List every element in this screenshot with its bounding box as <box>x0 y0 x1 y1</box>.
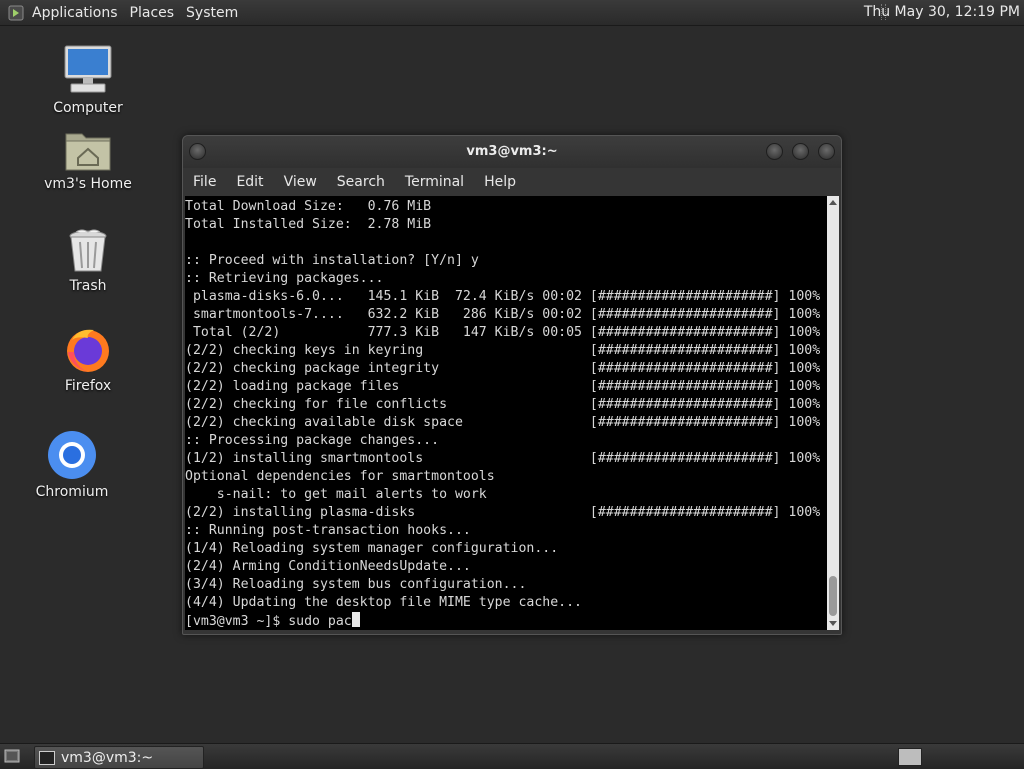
maximize-button[interactable] <box>792 143 809 160</box>
window-title: vm3@vm3:~ <box>466 144 558 159</box>
home-folder-icon <box>65 133 111 171</box>
menu-search[interactable]: Search <box>327 174 395 190</box>
window-titlebar[interactable]: vm3@vm3:~ <box>183 136 841 168</box>
menu-edit[interactable]: Edit <box>226 174 273 190</box>
terminal-prompt[interactable]: [vm3@vm3 ~]$ sudo pac <box>185 614 352 629</box>
menu-view[interactable]: View <box>274 174 327 190</box>
menu-terminal[interactable]: Terminal <box>395 174 474 190</box>
terminal-line: smartmontools-7.... 632.2 KiB 286 KiB/s … <box>185 307 821 322</box>
desktop-icon-computer[interactable]: Computer <box>38 44 138 116</box>
computer-icon <box>64 45 112 93</box>
firefox-icon <box>67 329 109 372</box>
desktop-icon-label: Firefox <box>64 378 112 394</box>
terminal-line: (1/4) Reloading system manager configura… <box>185 541 559 556</box>
menu-system[interactable]: System <box>182 5 246 21</box>
scroll-up-arrow-icon[interactable] <box>829 200 837 205</box>
show-desktop-icon[interactable] <box>4 748 20 764</box>
terminal-output: Total Download Size: 0.76 MiB Total Inst… <box>185 196 827 630</box>
menu-help[interactable]: Help <box>474 174 526 190</box>
terminal-screen[interactable]: Total Download Size: 0.76 MiB Total Inst… <box>185 196 827 630</box>
terminal-line: (2/2) checking available disk space [###… <box>185 415 821 430</box>
terminal-line: plasma-disks-6.0... 145.1 KiB 72.4 KiB/s… <box>185 289 821 304</box>
desktop-icon-label: Computer <box>53 100 123 116</box>
terminal-line: Total (2/2) 777.3 KiB 147 KiB/s 00:05 [#… <box>185 325 821 340</box>
terminal-line: (2/2) checking keys in keyring [########… <box>185 343 821 358</box>
terminal-line: (3/4) Reloading system bus configuration… <box>185 577 527 592</box>
terminal-line: :: Proceed with installation? [Y/n] y <box>185 253 479 268</box>
terminal-line: s-nail: to get mail alerts to work <box>185 487 487 502</box>
menu-file[interactable]: File <box>183 174 226 190</box>
terminal-scrollbar[interactable] <box>827 196 839 630</box>
terminal-line: (2/2) installing plasma-disks [#########… <box>185 505 821 520</box>
terminal-line: :: Processing package changes... <box>185 433 440 448</box>
minimize-button[interactable] <box>766 143 783 160</box>
desktop-icon-trash[interactable]: Trash <box>38 228 138 294</box>
close-button[interactable] <box>818 143 835 160</box>
clock[interactable]: Thu May 30, 12:19 PM <box>864 4 1020 20</box>
terminal-line: :: Running post-transaction hooks... <box>185 523 471 538</box>
desktop-icon-label: Trash <box>69 278 107 294</box>
terminal-line: :: Retrieving packages... <box>185 271 384 286</box>
terminal-line: (2/2) loading package files [###########… <box>185 379 821 394</box>
menu-applications[interactable]: Applications <box>28 5 126 21</box>
terminal-cursor <box>351 612 360 627</box>
chromium-icon <box>48 431 96 479</box>
terminal-menubar: File Edit View Search Terminal Help <box>183 168 841 195</box>
terminal-line: (2/2) checking package integrity [######… <box>185 361 821 376</box>
desktop-icon-label: Chromium <box>35 484 109 500</box>
main-menu-icon[interactable] <box>8 5 24 21</box>
terminal-window[interactable]: vm3@vm3:~ File Edit View Search Terminal… <box>182 135 842 635</box>
menu-places[interactable]: Places <box>126 5 183 21</box>
scrollbar-thumb[interactable] <box>829 576 837 616</box>
desktop-icon-home[interactable]: vm3's Home <box>38 128 138 192</box>
taskbar-item-terminal[interactable]: vm3@vm3:~ <box>34 746 204 769</box>
terminal-icon <box>39 750 55 765</box>
bottom-panel: vm3@vm3:~ <box>0 743 1024 769</box>
terminal-line: Total Installed Size: 2.78 MiB <box>185 217 432 232</box>
terminal-line: (4/4) Updating the desktop file MIME typ… <box>185 595 582 610</box>
desktop-icon-chromium[interactable]: Chromium <box>22 430 122 500</box>
terminal-line: Optional dependencies for smartmontools <box>185 469 495 484</box>
desktop-icon-label: vm3's Home <box>44 176 132 192</box>
terminal-line: (2/2) checking for file conflicts [#####… <box>185 397 821 412</box>
terminal-line: Total Download Size: 0.76 MiB <box>185 199 432 214</box>
workspace-switcher[interactable] <box>898 748 922 766</box>
scroll-down-arrow-icon[interactable] <box>829 621 837 626</box>
desktop-icon-firefox[interactable]: Firefox <box>38 326 138 394</box>
trash-icon <box>69 229 107 272</box>
taskbar-item-label: vm3@vm3:~ <box>61 749 154 766</box>
top-panel: Applications Places System Thu May 30, 1… <box>0 0 1024 26</box>
terminal-line: (1/2) installing smartmontools [########… <box>185 451 821 466</box>
terminal-line: (2/4) Arming ConditionNeedsUpdate... <box>185 559 471 574</box>
